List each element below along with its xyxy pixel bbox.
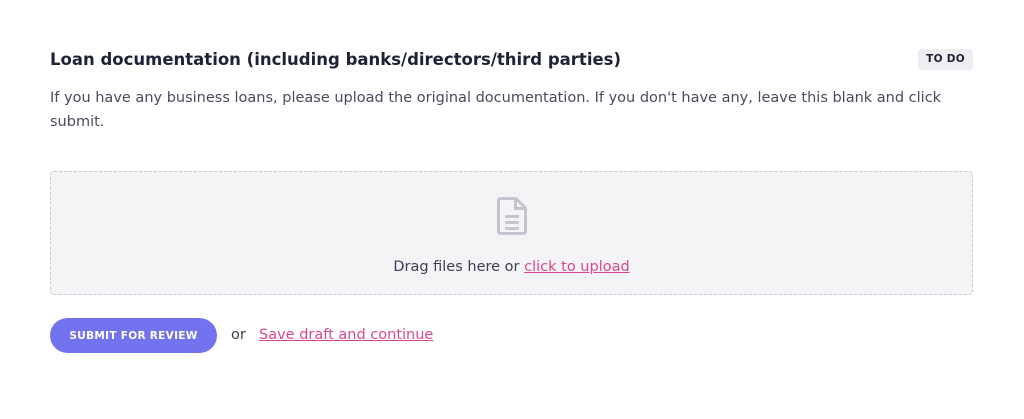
submit-for-review-button[interactable]: SUBMIT FOR REVIEW	[50, 318, 217, 353]
upload-section: Loan documentation (including banks/dire…	[50, 0, 973, 419]
actions-separator: or	[231, 327, 246, 343]
status-badge: TO DO	[918, 49, 973, 70]
dropzone-prompt-text: Drag files here or	[393, 259, 520, 275]
document-icon	[497, 197, 527, 235]
section-header: Loan documentation (including banks/dire…	[50, 48, 973, 72]
save-draft-link[interactable]: Save draft and continue	[259, 324, 433, 346]
section-title: Loan documentation (including banks/dire…	[50, 50, 622, 69]
dropzone-prompt: Drag files here or click to upload	[51, 256, 972, 278]
file-dropzone[interactable]: Drag files here or click to upload	[50, 171, 973, 295]
section-description: If you have any business loans, please u…	[50, 90, 942, 130]
form-actions: SUBMIT FOR REVIEW or Save draft and cont…	[50, 318, 973, 354]
click-to-upload-link[interactable]: click to upload	[524, 259, 630, 275]
